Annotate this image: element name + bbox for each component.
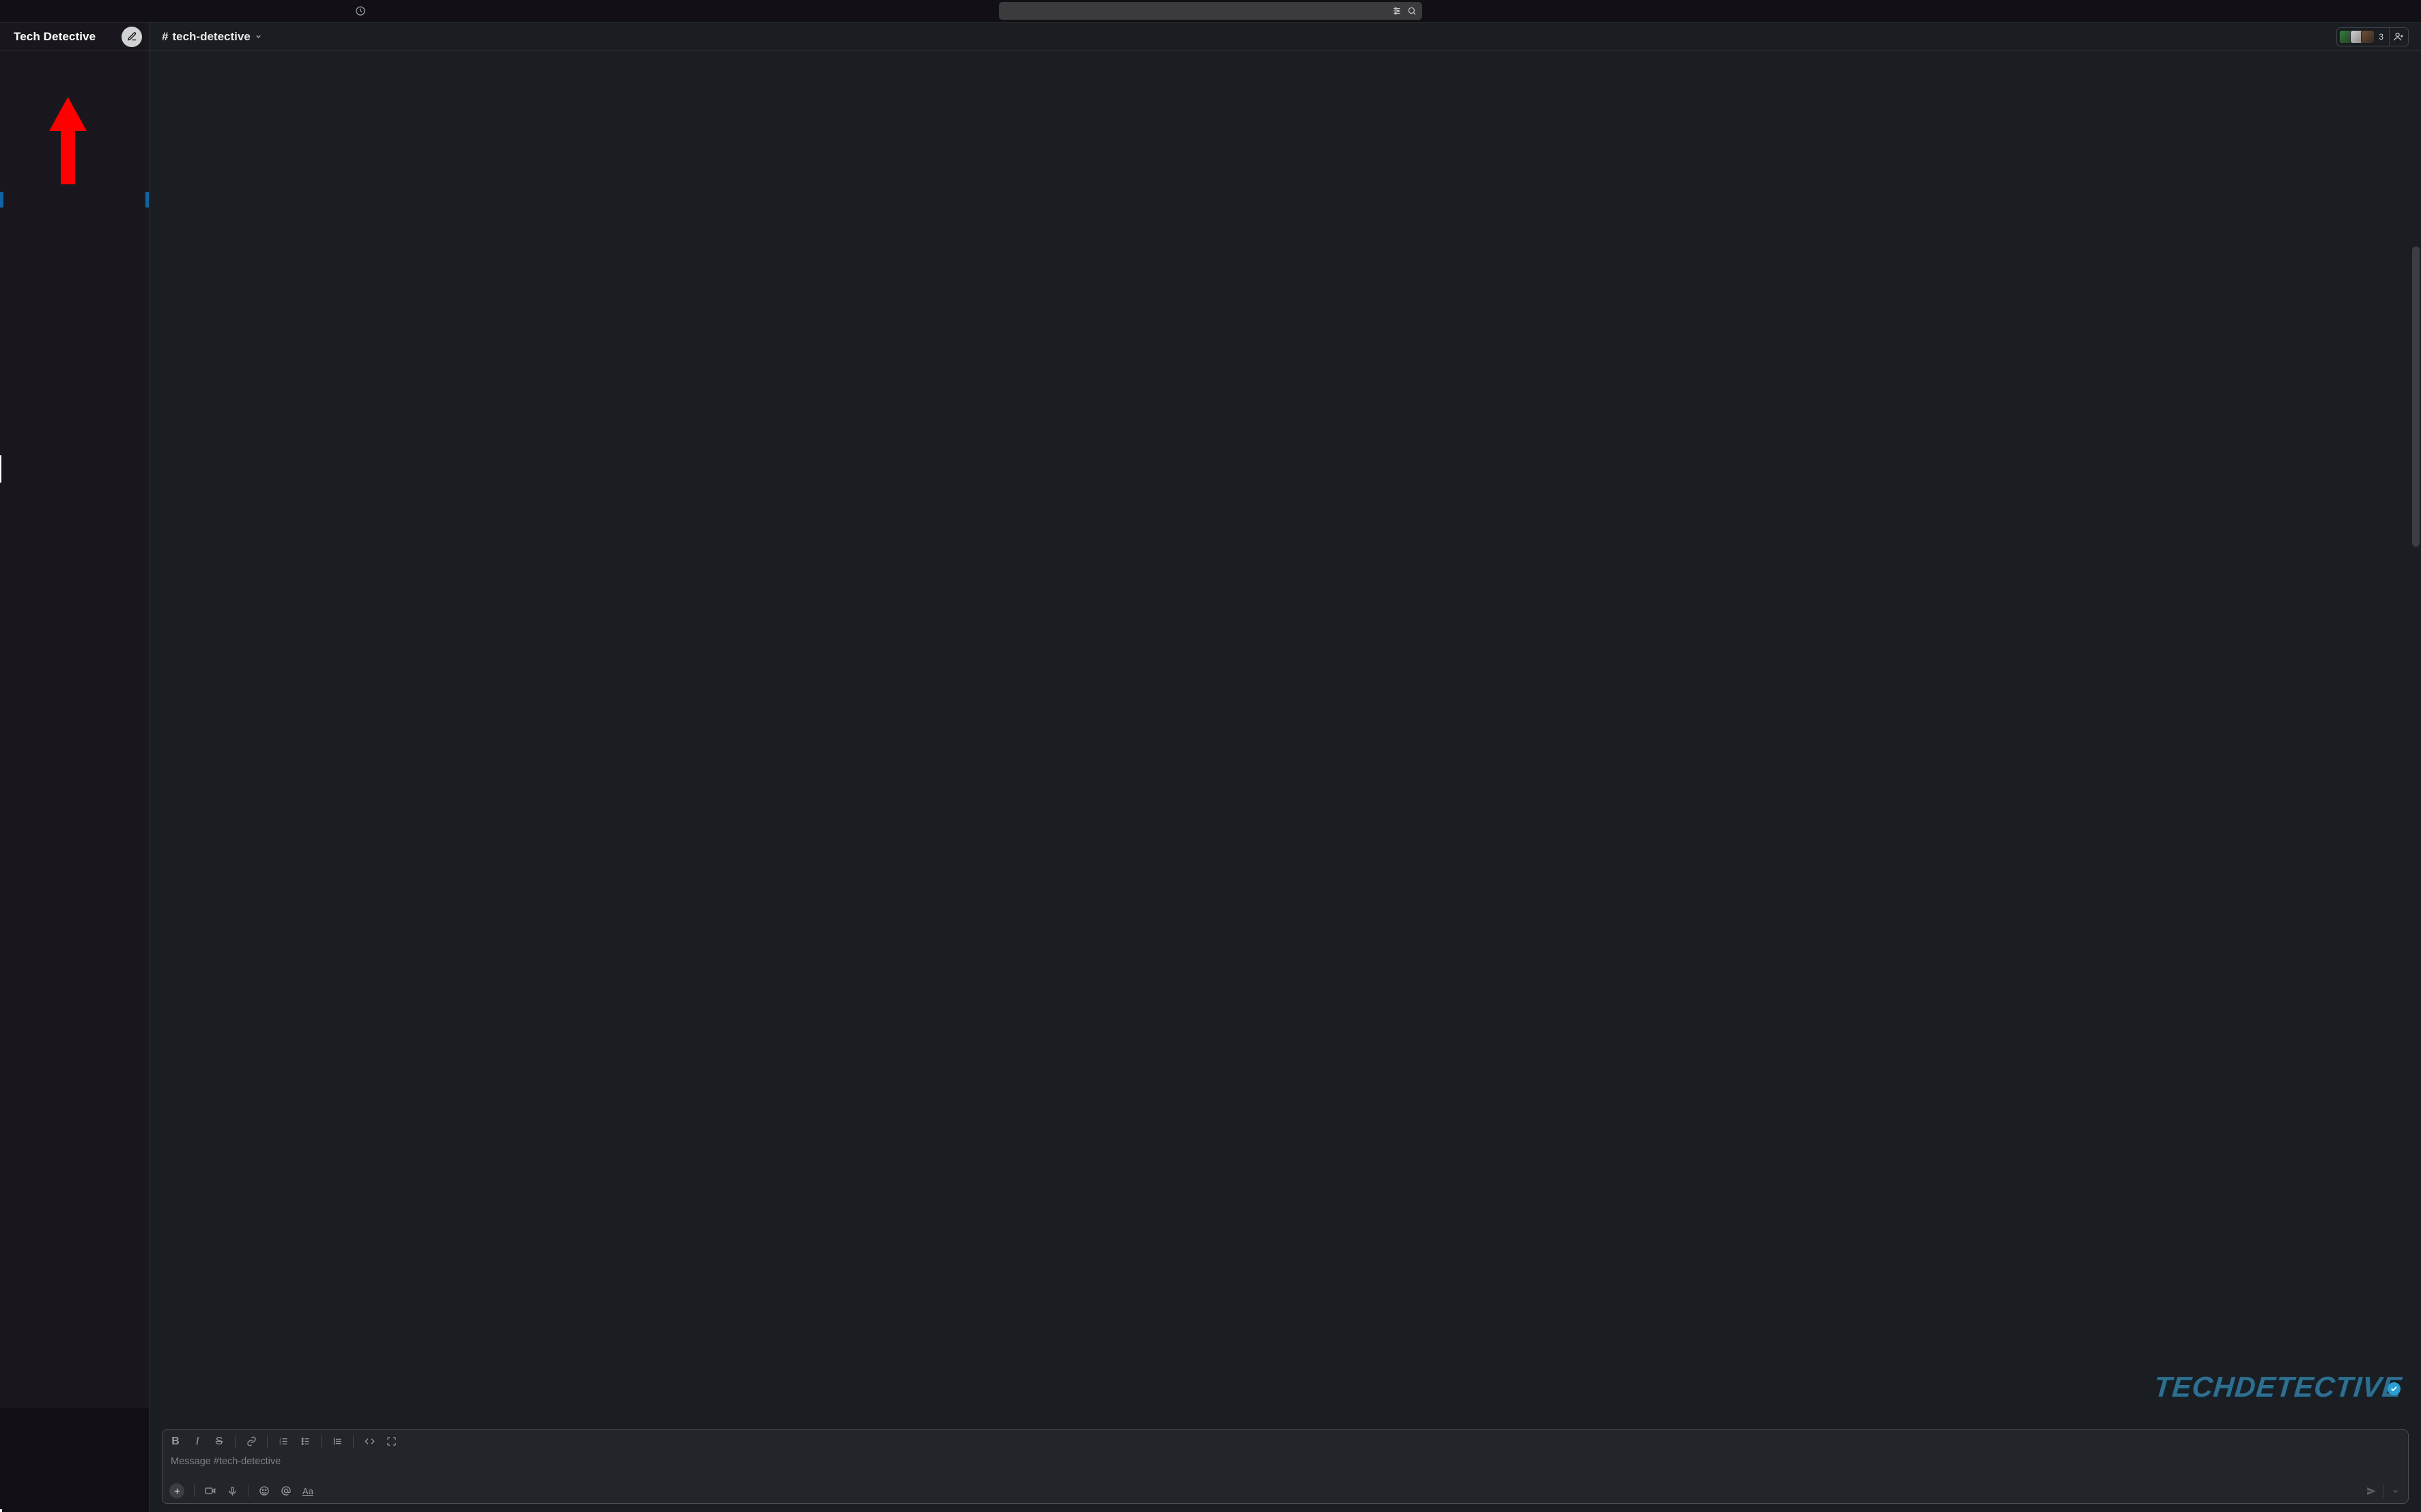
toolbar-divider bbox=[235, 1436, 236, 1448]
toolbar-divider bbox=[248, 1485, 249, 1497]
sidebar-selection-indicator-right bbox=[145, 192, 149, 208]
watermark-badge bbox=[2388, 1382, 2401, 1395]
emoji-icon bbox=[259, 1485, 270, 1496]
sidebar-bottom-indicator bbox=[0, 1509, 2, 1512]
main-panel: # tech-detective 3 bbox=[150, 23, 2421, 1512]
avatar bbox=[2361, 30, 2375, 44]
sidebar-body bbox=[0, 51, 149, 1512]
composer-actions-left: Aa bbox=[169, 1483, 314, 1498]
toolbar-divider bbox=[267, 1436, 268, 1448]
composer-action-toolbar: Aa bbox=[162, 1479, 2408, 1503]
annotation-arrow bbox=[49, 97, 87, 184]
toolbar-divider bbox=[194, 1485, 195, 1497]
watermark-text: TECHDETECTIVE bbox=[2153, 1371, 2403, 1403]
sidebar-secondary-indicator-left bbox=[0, 455, 1, 483]
toolbar-divider bbox=[321, 1436, 322, 1448]
workspace-name: Tech Detective bbox=[14, 30, 96, 44]
attach-button[interactable] bbox=[169, 1483, 184, 1498]
video-icon bbox=[205, 1485, 216, 1496]
composer-format-toolbar: B I S 123 bbox=[162, 1430, 2408, 1453]
filter-icon[interactable] bbox=[1392, 6, 1402, 16]
member-count: 3 bbox=[2379, 32, 2383, 42]
chevron-down-icon bbox=[2392, 1487, 2399, 1495]
emoji-button[interactable] bbox=[258, 1485, 270, 1497]
mic-icon bbox=[227, 1486, 238, 1496]
bullet-list-icon bbox=[300, 1436, 311, 1446]
sidebar: Tech Detective bbox=[0, 23, 150, 1512]
sidebar-header[interactable]: Tech Detective bbox=[0, 23, 149, 51]
app-root: Tech Detective bbox=[0, 0, 2421, 1512]
ordered-list-icon: 123 bbox=[279, 1436, 289, 1446]
member-count-button[interactable]: 3 bbox=[2336, 27, 2390, 46]
svg-text:3: 3 bbox=[279, 1442, 281, 1446]
link-icon bbox=[246, 1436, 257, 1446]
composer: B I S 123 bbox=[162, 1429, 2409, 1504]
composer-actions-right bbox=[2365, 1484, 2401, 1498]
blockquote-button[interactable] bbox=[331, 1436, 343, 1448]
check-icon bbox=[2390, 1385, 2398, 1393]
send-icon bbox=[2366, 1485, 2377, 1497]
mention-button[interactable] bbox=[280, 1485, 292, 1497]
toolbar-divider bbox=[353, 1436, 354, 1448]
code-block-button[interactable] bbox=[385, 1436, 397, 1448]
add-user-button[interactable] bbox=[2390, 27, 2409, 46]
composer-wrap: B I S 123 bbox=[150, 1429, 2421, 1512]
channel-header: # tech-detective 3 bbox=[150, 23, 2421, 51]
ordered-list-button[interactable]: 123 bbox=[277, 1436, 289, 1448]
history-icon bbox=[355, 5, 366, 16]
italic-button[interactable]: I bbox=[191, 1436, 203, 1448]
history-button[interactable] bbox=[355, 5, 366, 16]
message-input[interactable] bbox=[171, 1456, 2400, 1471]
plus-icon bbox=[173, 1487, 182, 1496]
compose-button[interactable] bbox=[122, 27, 142, 47]
sidebar-selection-indicator-left bbox=[0, 192, 3, 208]
link-button[interactable] bbox=[245, 1436, 257, 1448]
hash-icon: # bbox=[162, 30, 168, 44]
channel-header-right: 3 bbox=[2336, 27, 2409, 46]
bold-button[interactable]: B bbox=[169, 1436, 182, 1448]
mic-button[interactable] bbox=[226, 1485, 238, 1497]
sidebar-bottom-region bbox=[0, 1408, 149, 1512]
search-input[interactable] bbox=[1004, 6, 1387, 16]
formatting-toggle-button[interactable]: Aa bbox=[302, 1485, 314, 1497]
messages-area: TECHDETECTIVE bbox=[150, 51, 2421, 1429]
code-button[interactable] bbox=[363, 1436, 376, 1448]
chevron-down-icon bbox=[255, 33, 262, 40]
member-avatars bbox=[2339, 30, 2375, 44]
send-button[interactable] bbox=[2365, 1485, 2377, 1497]
video-button[interactable] bbox=[204, 1485, 216, 1497]
composer-input-wrap bbox=[162, 1453, 2408, 1479]
bullet-list-button[interactable] bbox=[299, 1436, 311, 1448]
add-user-icon bbox=[2394, 31, 2404, 42]
send-options-button[interactable] bbox=[2389, 1485, 2401, 1497]
channel-title-button[interactable]: # tech-detective bbox=[162, 30, 262, 44]
channel-name: tech-detective bbox=[172, 30, 250, 44]
strikethrough-button[interactable]: S bbox=[213, 1436, 225, 1448]
code-block-icon bbox=[386, 1436, 397, 1446]
scrollbar-thumb[interactable] bbox=[2412, 246, 2420, 547]
top-bar bbox=[0, 0, 2421, 23]
body: Tech Detective bbox=[0, 23, 2421, 1512]
quote-icon bbox=[332, 1436, 343, 1446]
compose-icon bbox=[127, 31, 137, 42]
code-icon bbox=[365, 1436, 375, 1446]
search-icon[interactable] bbox=[1407, 6, 1417, 16]
search-bar[interactable] bbox=[999, 2, 1422, 20]
mention-icon bbox=[281, 1485, 292, 1496]
